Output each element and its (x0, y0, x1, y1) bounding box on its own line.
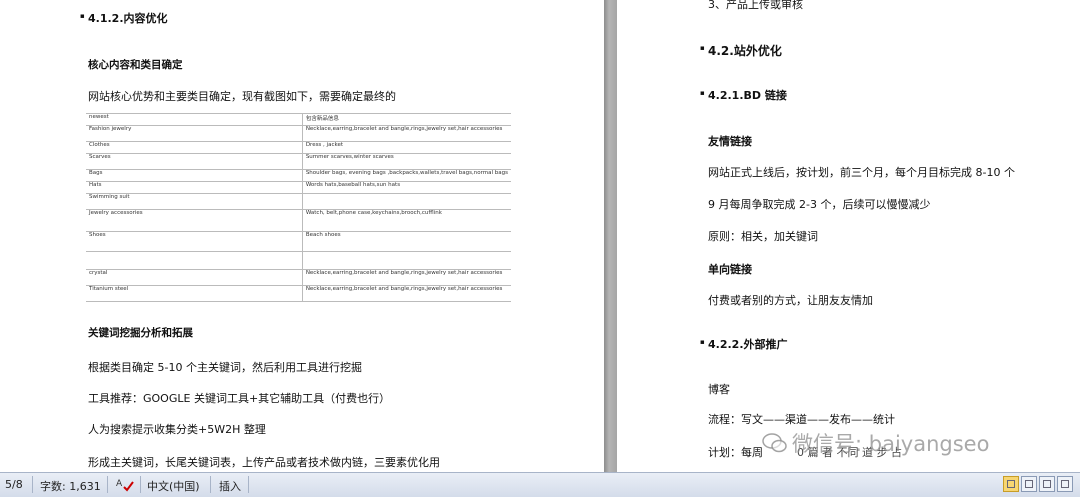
table-row: Shoes Beach shoes (86, 231, 511, 252)
subcategory-cell: Beach shoes (302, 231, 511, 252)
category-cell: Hats (86, 181, 303, 194)
category-cell: Fashion jewelry (86, 125, 303, 142)
document-page-left: 4.1.2.内容优化 核心内容和类目确定 网站核心优势和主要类目确定，现有截图如… (0, 0, 604, 472)
table-row (86, 251, 511, 270)
plan-line: 计划：每周 (708, 446, 763, 459)
friend-links-para-1: 网站正式上线后，按计划，前三个月，每个月目标完成 8-10 个 (708, 166, 1015, 179)
table-row: Titanium steel Necklace,earring,bracelet … (86, 285, 511, 302)
category-cell: Swimming suit (86, 193, 303, 210)
word-count[interactable]: 字数: 1,631 (40, 478, 101, 494)
table-row: newest 包含新品信息 (86, 113, 511, 126)
keyword-para-1: 根据类目确定 5-10 个主关键词，然后利用工具进行挖掘 (88, 361, 362, 374)
heading-content-optimization: 4.1.2.内容优化 (80, 10, 167, 26)
keyword-para-4: 形成主关键词，长尾关键词表，上传产品或者技术做内链，三要素优化用 (88, 456, 440, 469)
table-row: Bags Shoulder bags, evening bags ,backpac… (86, 169, 511, 182)
subcategory-cell: Necklace,earring,bracelet and bangle,rin… (302, 285, 511, 302)
subcategory-cell: Necklace,earring,bracelet and bangle,rin… (302, 125, 511, 142)
table-row: crystal Necklace,earring,bracelet and ban… (86, 269, 511, 286)
subcategory-cell: 包含新品信息 (302, 113, 511, 126)
category-cell: Jewelry accessories (86, 209, 303, 232)
print-layout-view-icon[interactable] (1003, 476, 1019, 492)
category-cell: crystal (86, 269, 303, 286)
category-cell: newest (86, 113, 303, 126)
category-cell: Bags (86, 169, 303, 182)
subcategory-cell: Dress , jacket (302, 141, 511, 154)
category-cell (86, 251, 303, 270)
heading-offsite-optimization: 4.2.站外优化 (700, 42, 782, 59)
keyword-para-3: 人为搜索提示收集分类+5W2H 整理 (88, 423, 266, 436)
document-page-right: 3、产品上传或审核 4.2.站外优化 4.2.1.BD 链接 友情链接 网站正式… (617, 0, 1080, 472)
category-cell: Titanium steel (86, 285, 303, 302)
heading-core-content: 核心内容和类目确定 (88, 59, 183, 71)
status-bar: 5/8 字数: 1,631 A 中文(中国) 插入 (0, 472, 1080, 497)
table-row: Clothes Dress , jacket (86, 141, 511, 154)
watermark: 微信号: baiyangseo (792, 432, 990, 456)
language-indicator[interactable]: 中文(中国) (147, 478, 200, 494)
category-cell: Clothes (86, 141, 303, 154)
blog-label: 博客 (708, 383, 730, 396)
table-row: Hats Words hats,baseball hats,sun hats (86, 181, 511, 194)
upload-review-line: 3、产品上传或审核 (708, 0, 803, 11)
friend-links-para-2: 9 月每周争取完成 2-3 个，后续可以慢慢减少 (708, 198, 931, 211)
page-indicator[interactable]: 5/8 (5, 478, 23, 491)
subcategory-cell: Watch, belt,phone case,keychains,brooch,… (302, 209, 511, 232)
subcategory-cell (302, 251, 511, 270)
subcategory-cell: Words hats,baseball hats,sun hats (302, 181, 511, 194)
category-cell: Shoes (86, 231, 303, 252)
category-cell: Scarves (86, 153, 303, 170)
subcategory-cell: Shoulder bags, evening bags ,backpacks,w… (302, 169, 511, 182)
one-way-links-para: 付费或者别的方式，让朋友友情加 (708, 294, 873, 307)
full-screen-reading-icon[interactable] (1021, 476, 1037, 492)
heading-external-promotion: 4.2.2.外部推广 (700, 336, 787, 352)
intro-paragraph: 网站核心优势和主要类目确定，现有截图如下，需要确定最终的 (88, 90, 396, 103)
wechat-icon (762, 433, 787, 453)
category-table: newest 包含新品信息 Fashion jewelry Necklace,earr… (86, 113, 511, 302)
table-row: Fashion jewelry Necklace,earring,bracelet… (86, 125, 511, 142)
heading-bd-links: 4.2.1.BD 链接 (700, 87, 787, 103)
outline-view-icon[interactable] (1057, 476, 1073, 492)
heading-friend-links: 友情链接 (708, 135, 752, 148)
page-gap (604, 0, 617, 472)
subcategory-cell: Summer scarves,winter scarves (302, 153, 511, 170)
subcategory-cell: Necklace,earring,bracelet and bangle,rin… (302, 269, 511, 286)
table-row: Scarves Summer scarves,winter scarves (86, 153, 511, 170)
flow-line: 流程：写文——渠道——发布——统计 (708, 413, 895, 426)
svg-text:A: A (116, 479, 123, 489)
table-row: Swimming suit (86, 193, 511, 210)
heading-keyword-analysis: 关键词挖掘分析和拓展 (88, 327, 193, 339)
insert-mode[interactable]: 插入 (219, 478, 241, 494)
friend-links-para-3: 原则：相关，加关键词 (708, 230, 818, 243)
web-layout-icon[interactable] (1039, 476, 1055, 492)
table-row: Jewelry accessories Watch, belt,phone cas… (86, 209, 511, 232)
heading-one-way-links: 单向链接 (708, 263, 752, 276)
subcategory-cell (302, 193, 511, 210)
proofing-icon[interactable]: A (115, 476, 135, 495)
keyword-para-2: 工具推荐：GOOGLE 关键词工具+其它辅助工具（付费也行） (88, 392, 391, 405)
